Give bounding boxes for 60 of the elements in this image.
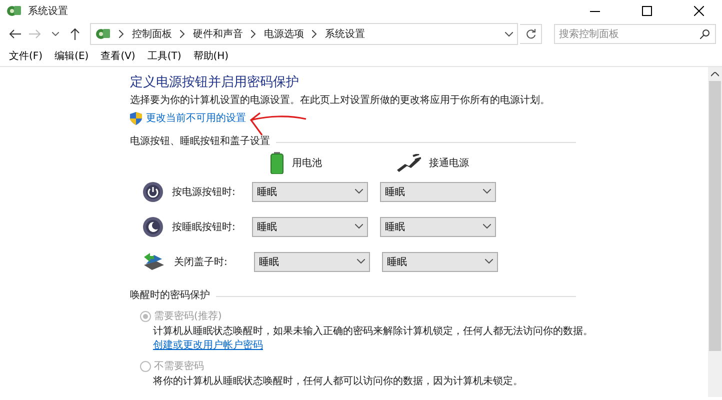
menu-item[interactable]: 编辑(E) <box>50 47 94 65</box>
dropdown[interactable]: 睡眠 <box>380 182 496 202</box>
close-icon <box>694 6 704 16</box>
change-settings-link[interactable]: 更改当前不可用的设置 <box>130 111 246 125</box>
refresh-button[interactable] <box>520 24 542 44</box>
up-arrow-icon <box>70 28 80 40</box>
radio-label: 需要密码(推荐) <box>154 310 222 323</box>
breadcrumb[interactable]: 电源选项 <box>264 27 304 41</box>
option-description: 将你的计算机从睡眠状态唤醒时，任何人都可以访问你的数据，因为计算机未锁定。 <box>153 375 524 389</box>
chevron-down-icon <box>505 32 513 36</box>
setting-label: 按电源按钮时: <box>172 186 236 198</box>
forward-arrow-icon <box>29 29 41 39</box>
dropdown[interactable]: 睡眠 <box>380 216 496 236</box>
chevron-down-icon <box>485 259 493 264</box>
chevron-down-icon <box>355 189 363 194</box>
breadcrumb[interactable]: 系统设置 <box>325 27 365 41</box>
window-title: 系统设置 <box>28 4 69 18</box>
chevron-right-icon <box>312 30 317 38</box>
section-title: 电源按钮、睡眠按钮和盖子设置 <box>130 135 270 149</box>
chevron-down-icon <box>52 32 58 36</box>
option-description: 计算机从睡眠状态唤醒时，如果未输入正确的密码来解除计算机锁定，任何人都无法访问你的数据。 创建或更改用户帐户密码 <box>153 325 594 353</box>
minimize-icon <box>590 10 600 12</box>
column-header: 接通电源 <box>429 156 469 170</box>
section-title: 唤醒时的密码保护 <box>130 289 210 303</box>
menu-item[interactable]: 工具(T) <box>142 47 186 65</box>
chevron-down-icon <box>483 189 491 194</box>
moon-icon <box>142 216 164 238</box>
menu-item[interactable]: 查看(V) <box>96 47 140 65</box>
refresh-icon <box>526 29 536 39</box>
chevron-down-icon <box>483 224 491 229</box>
chevron-right-icon <box>119 30 124 38</box>
dropdown[interactable]: 睡眠 <box>382 252 498 272</box>
chevron-right-icon <box>251 30 256 38</box>
dropdown[interactable]: 睡眠 <box>252 182 368 202</box>
back-arrow-icon <box>9 29 21 39</box>
dropdown[interactable]: 睡眠 <box>254 252 370 272</box>
laptop-icon <box>142 250 166 272</box>
setting-label: 关闭盖子时: <box>174 256 228 268</box>
column-header: 用电池 <box>292 156 322 170</box>
maximize-icon <box>642 6 652 16</box>
battery-icon <box>270 152 284 174</box>
scrollbar[interactable] <box>708 67 722 397</box>
breadcrumb[interactable]: 硬件和声音 <box>193 27 243 41</box>
setting-label: 按睡眠按钮时: <box>172 220 236 234</box>
page-description: 选择要为你的计算机设置的电源设置。在此页上对设置所做的更改将应用于你所有的电源计划。 <box>130 94 551 108</box>
power-icon <box>142 180 164 202</box>
chevron-down-icon <box>355 224 363 229</box>
search-icon <box>700 29 710 39</box>
page-heading: 定义电源按钮并启用密码保护 <box>130 75 300 91</box>
chevron-right-icon <box>180 30 185 38</box>
menu-item[interactable]: 文件(F) <box>4 47 48 65</box>
search-field[interactable]: 搜索控制面板 <box>554 24 716 44</box>
shield-icon <box>130 112 142 124</box>
menu-item[interactable]: 帮助(H) <box>188 47 234 65</box>
dropdown[interactable]: 睡眠 <box>252 216 368 236</box>
chevron-down-icon <box>357 259 365 264</box>
radio-label: 不需要密码 <box>154 360 204 373</box>
breadcrumb[interactable]: 控制面板 <box>132 27 172 41</box>
chevron-up-icon <box>711 72 719 77</box>
address-bar[interactable]: 控制面板 硬件和声音 电源选项 系统设置 <box>90 23 518 45</box>
